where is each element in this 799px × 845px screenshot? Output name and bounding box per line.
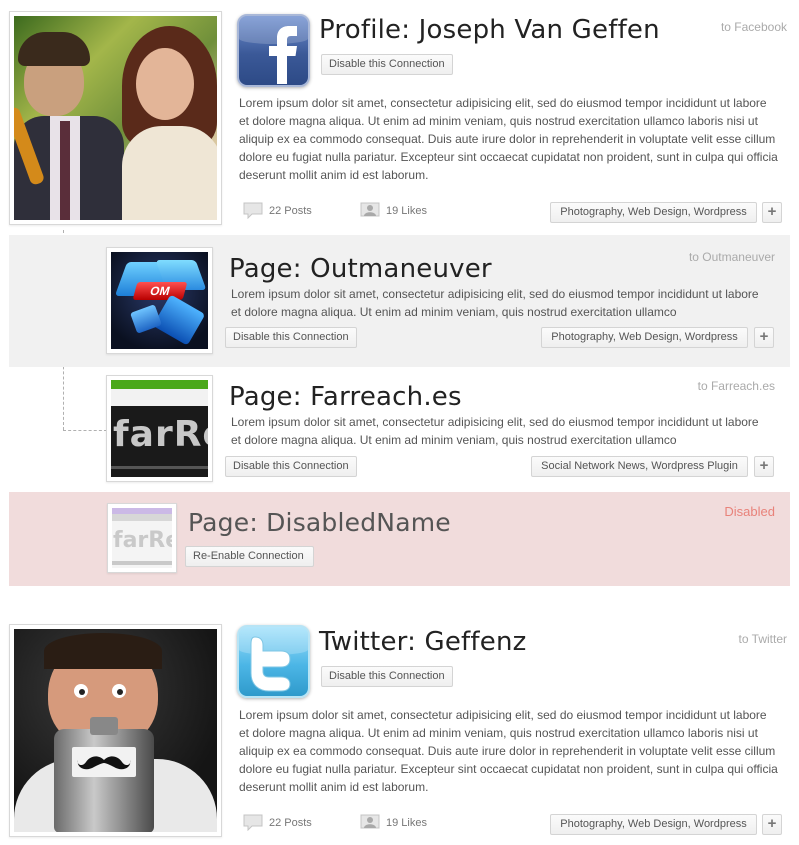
description: Lorem ipsum dolor sit amet, consectetur …: [231, 415, 759, 447]
add-tag-button[interactable]: +: [754, 456, 774, 477]
add-tag-button[interactable]: +: [762, 202, 782, 223]
connector-line: [63, 430, 107, 431]
profile-photo: [9, 624, 222, 837]
om-logo-text: OM: [132, 282, 188, 300]
facebook-icon: [237, 14, 310, 87]
add-tag-button[interactable]: +: [754, 327, 774, 348]
page-thumbnail: OM: [106, 247, 213, 354]
user-icon: [360, 814, 380, 829]
connection-title: Page: DisabledName: [188, 508, 451, 537]
likes-stat: 19 Likes: [360, 202, 427, 219]
connection-title: Page: Farreach.es: [229, 382, 462, 412]
connection-target: to Outmaneuver: [688, 250, 775, 264]
connection-title: Page: Outmaneuver: [229, 254, 492, 284]
disable-connection-button[interactable]: Disable this Connection: [321, 666, 453, 687]
connection-title: Twitter: Geffenz: [319, 627, 527, 657]
disable-connection-button[interactable]: Disable this Connection: [225, 456, 357, 477]
description: Lorem ipsum dolor sit amet, consectetur …: [239, 708, 778, 794]
likes-count: 19 Likes: [386, 204, 427, 217]
disable-connection-button[interactable]: Disable this Connection: [225, 327, 357, 348]
add-tag-button[interactable]: +: [762, 814, 782, 835]
description: Lorem ipsum dolor sit amet, consectetur …: [231, 287, 759, 319]
posts-stat: 22 Posts: [243, 814, 312, 831]
twitter-icon: [237, 625, 310, 698]
disabled-status: Disabled: [724, 504, 775, 519]
re-enable-connection-button[interactable]: Re-Enable Connection: [185, 546, 314, 567]
description: Lorem ipsum dolor sit amet, consectetur …: [239, 96, 778, 182]
user-icon: [360, 202, 380, 217]
comment-icon: [243, 202, 263, 219]
comment-icon: [243, 814, 263, 831]
connection-target: to Twitter: [738, 632, 787, 646]
mustache-icon: [77, 756, 131, 770]
facebook-connection: Profile: Joseph Van Geffen to Facebook D…: [0, 0, 799, 232]
posts-count: 22 Posts: [269, 204, 312, 217]
posts-stat: 22 Posts: [243, 202, 312, 219]
posts-count: 22 Posts: [269, 816, 312, 829]
connection-title: Profile: Joseph Van Geffen: [319, 15, 660, 45]
tags[interactable]: Photography, Web Design, Wordpress: [550, 814, 757, 835]
tags[interactable]: Photography, Web Design, Wordpress: [550, 202, 757, 223]
twitter-connection: Twitter: Geffenz to Twitter Disable this…: [0, 612, 799, 845]
tags[interactable]: Social Network News, Wordpress Plugin: [531, 456, 748, 477]
likes-count: 19 Likes: [386, 816, 427, 829]
tags[interactable]: Photography, Web Design, Wordpress: [541, 327, 748, 348]
profile-photo: [9, 11, 222, 225]
farreach-logo-text: farRe: [113, 528, 172, 553]
likes-stat: 19 Likes: [360, 814, 427, 831]
connection-target: to Facebook: [720, 20, 787, 34]
page-thumbnail: farRe: [106, 375, 213, 482]
disable-connection-button[interactable]: Disable this Connection: [321, 54, 453, 75]
connection-target: to Farreach.es: [697, 379, 775, 393]
page-thumbnail: farRe: [107, 503, 177, 573]
farreach-logo-text: farRe: [113, 414, 208, 455]
